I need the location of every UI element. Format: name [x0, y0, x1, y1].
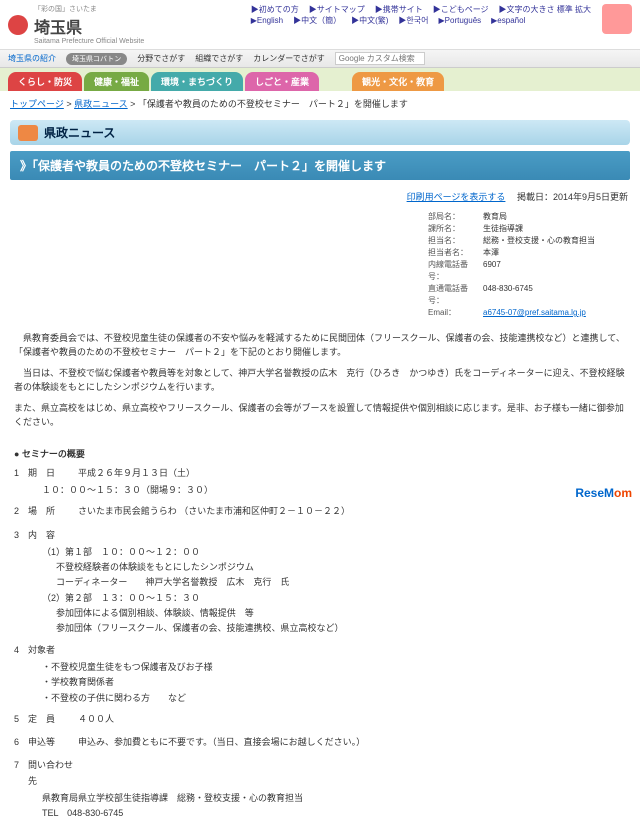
updated-date: 2014年9月5日更新 — [553, 192, 628, 202]
breadcrumb-current: 「保護者や教員のための不登校セミナー パート２」を開催します — [138, 99, 408, 109]
contact-info-box: 部局名：教育局課所名：生徒指導課担当名：総務・登校支援・心の教育担当担当者名：本… — [428, 211, 628, 319]
news-icon — [18, 125, 38, 141]
outline-sub: ・不登校の子供に関わる方 など — [42, 691, 626, 706]
outline-item: 6申込等申込み、参加費ともに不要です。（当日、直接会場にお越しください。） — [14, 735, 626, 750]
util-link[interactable]: ▶初めての方 — [251, 4, 299, 15]
article-body: 県教育委員会では、不登校児童生徒の保護者の不安や悩みを軽減するために民間団体（フ… — [0, 323, 640, 443]
nav-tab-life[interactable]: くらし・防災 — [8, 72, 82, 91]
breadcrumb-home[interactable]: トップページ — [10, 99, 64, 109]
outline-sub: （2）第２部 １３：００～１５：３０ — [42, 591, 626, 606]
outline-sub: １０：００～１５：３０（開場９：３０） — [42, 483, 626, 498]
resemom-logo[interactable]: ReseMom — [575, 486, 632, 500]
calendar-search[interactable]: カレンダーでさがす — [253, 53, 325, 64]
outline-item: 7問い合わせ先 — [14, 758, 626, 789]
nav-tab-culture[interactable]: 観光・文化・教育 — [352, 72, 444, 91]
outline-sub: ・不登校児童生徒をもつ保護者及びお子様 — [42, 660, 626, 675]
search-by-org[interactable]: 組織でさがす — [195, 53, 243, 64]
nav-tab-env[interactable]: 環境・まちづくり — [151, 72, 243, 91]
outline-heading: ● セミナーの概要 — [14, 447, 626, 462]
info-row: 内線電話番号：6907 — [428, 259, 628, 283]
outline-sub2: 参加団体による個別相談、体験談、情報提供 等 — [56, 606, 626, 621]
search-by-field[interactable]: 分野でさがす — [137, 53, 185, 64]
outline-sub2: 参加団体（フリースクール、保護者の会、技能連携校、県立高校など） — [56, 621, 626, 636]
site-header: 「彩の国」さいたま 埼玉県 Saitama Prefecture Officia… — [0, 0, 640, 50]
sub-header: 埼玉県の紹介 埼玉県コバトン 分野でさがす 組織でさがす カレンダーでさがす — [0, 50, 640, 68]
section-header-text: 県政ニュース — [44, 124, 115, 141]
page-title: 》「保護者や教員のための不登校セミナー パート２」を開催します — [10, 151, 630, 180]
info-row: 部局名：教育局 — [428, 211, 628, 223]
section-header: 県政ニュース — [10, 120, 630, 145]
lang-link[interactable]: ▶中文（簡） — [293, 15, 341, 26]
info-row: 担当名：総務・登校支援・心の教育担当 — [428, 235, 628, 247]
prefecture-name: 埼玉県 — [34, 14, 144, 38]
breadcrumb: トップページ > 県政ニュース > 「保護者や教員のための不登校セミナー パート… — [0, 91, 640, 116]
outline-sub2: コーディネーター 神戸大学名誉教授 広木 克行 氏 — [56, 575, 626, 590]
outline-sub: 県教育局県立学校部生徒指導課 総務・登校支援・心の教育担当 — [42, 791, 626, 806]
breadcrumb-news[interactable]: 県政ニュース — [74, 99, 128, 109]
mascot-label: 埼玉県コバトン — [66, 53, 127, 65]
info-email-row: Email：a6745-07@pref.saitama.lg.jp — [428, 307, 628, 319]
outline-sub: ・学校教育関係者 — [42, 675, 626, 690]
lang-link[interactable]: ▶English — [251, 15, 283, 26]
cobaton-icon — [8, 15, 28, 35]
tagline: 「彩の国」さいたま — [34, 4, 144, 14]
intro-link[interactable]: 埼玉県の紹介 — [8, 53, 56, 64]
seminar-outline: ● セミナーの概要 1期 日平成２６年９月１３日（土） １０：００～１５：３０（開… — [0, 443, 640, 829]
outline-item: 2場 所さいたま市民会館うらわ （さいたま市浦和区仲町２－１０－２２） — [14, 504, 626, 519]
lang-link[interactable]: ▶한국어 — [398, 15, 428, 26]
util-link[interactable]: ▶こどもページ — [433, 4, 489, 15]
lang-link[interactable]: ▶中文(繁) — [351, 15, 388, 26]
nav-tab-health[interactable]: 健康・福祉 — [84, 72, 149, 91]
outline-item: 5定 員４００人 — [14, 712, 626, 727]
meta-row: 印刷用ページを表示する 掲載日：2014年9月5日更新 — [0, 186, 640, 207]
util-link[interactable]: ▶サイトマップ — [309, 4, 365, 15]
main-nav: くらし・防災 健康・福祉 環境・まちづくり しごと・産業 観光・文化・教育 — [0, 68, 640, 91]
body-p2: 当日は、不登校で悩む保護者や教員等を対象として、神戸大学名誉教授の広木 克行（ひ… — [14, 366, 626, 395]
util-link[interactable]: ▶携帯サイト — [375, 4, 423, 15]
outline-item: 1期 日平成２６年９月１３日（土） — [14, 466, 626, 481]
lang-link[interactable]: ▶Português — [439, 15, 482, 26]
outline-item: 3内 容 — [14, 528, 626, 543]
outline-sub: TEL 048-830-6745 — [42, 806, 626, 821]
outline-sub2: 不登校経験者の体験談をもとにしたシンポジウム — [56, 560, 626, 575]
outline-item: 4対象者 — [14, 643, 626, 658]
util-link[interactable]: ▶文字の大きさ 標準 拡大 — [499, 4, 591, 15]
print-link[interactable]: 印刷用ページを表示する — [407, 192, 506, 202]
info-row: 直通電話番号：048-830-6745 — [428, 283, 628, 307]
logo-area[interactable]: 「彩の国」さいたま 埼玉県 Saitama Prefecture Officia… — [8, 4, 144, 45]
top-utility-links: ▶初めての方▶サイトマップ▶携帯サイト▶こどもページ▶文字の大きさ 標準 拡大 … — [248, 4, 594, 26]
mascot-banner[interactable] — [602, 4, 632, 34]
prefecture-subtitle: Saitama Prefecture Official Website — [34, 38, 144, 45]
info-row: 課所名：生徒指導課 — [428, 223, 628, 235]
updated-label: 掲載日： — [517, 192, 553, 202]
nav-tab-work[interactable]: しごと・産業 — [245, 72, 319, 91]
body-p1: 県教育委員会では、不登校児童生徒の保護者の不安や悩みを軽減するために民間団体（フ… — [14, 331, 626, 360]
body-p3: また、県立高校をはじめ、県立高校やフリースクール、保護者の会等がブースを設置して… — [14, 401, 626, 430]
lang-link[interactable]: ▶español — [491, 15, 525, 26]
email-link[interactable]: a6745-07@pref.saitama.lg.jp — [483, 307, 586, 319]
search-input[interactable] — [335, 52, 425, 65]
info-row: 担当者名：本澤 — [428, 247, 628, 259]
outline-sub: （1）第１部 １０：００～１２：００ — [42, 545, 626, 560]
